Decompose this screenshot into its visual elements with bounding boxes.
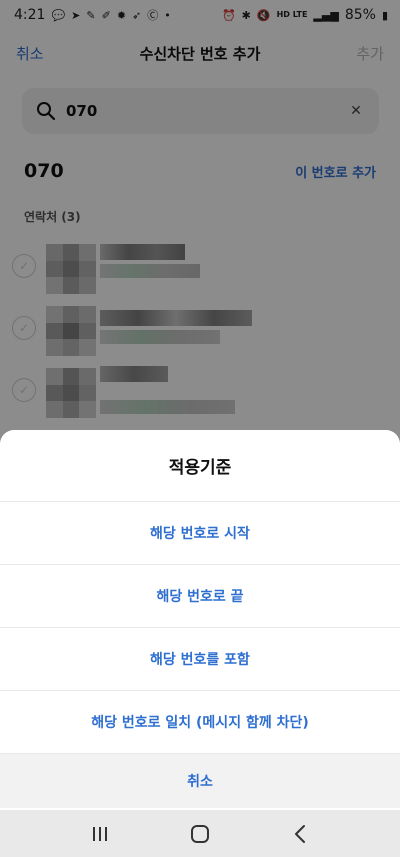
sheet-cancel-button[interactable]: 취소	[0, 754, 400, 808]
sheet-title: 적용기준	[0, 430, 400, 502]
option-ends-with[interactable]: 해당 번호로 끝	[0, 565, 400, 628]
recents-icon[interactable]	[80, 819, 120, 849]
option-starts-with[interactable]: 해당 번호로 시작	[0, 502, 400, 565]
option-contains[interactable]: 해당 번호를 포함	[0, 628, 400, 691]
back-icon[interactable]	[280, 819, 320, 849]
home-icon[interactable]	[180, 819, 220, 849]
navigation-bar	[0, 810, 400, 857]
bottom-sheet: 적용기준 해당 번호로 시작 해당 번호로 끝 해당 번호를 포함 해당 번호로…	[0, 430, 400, 810]
option-exact-match[interactable]: 해당 번호로 일치 (메시지 함께 차단)	[0, 691, 400, 754]
